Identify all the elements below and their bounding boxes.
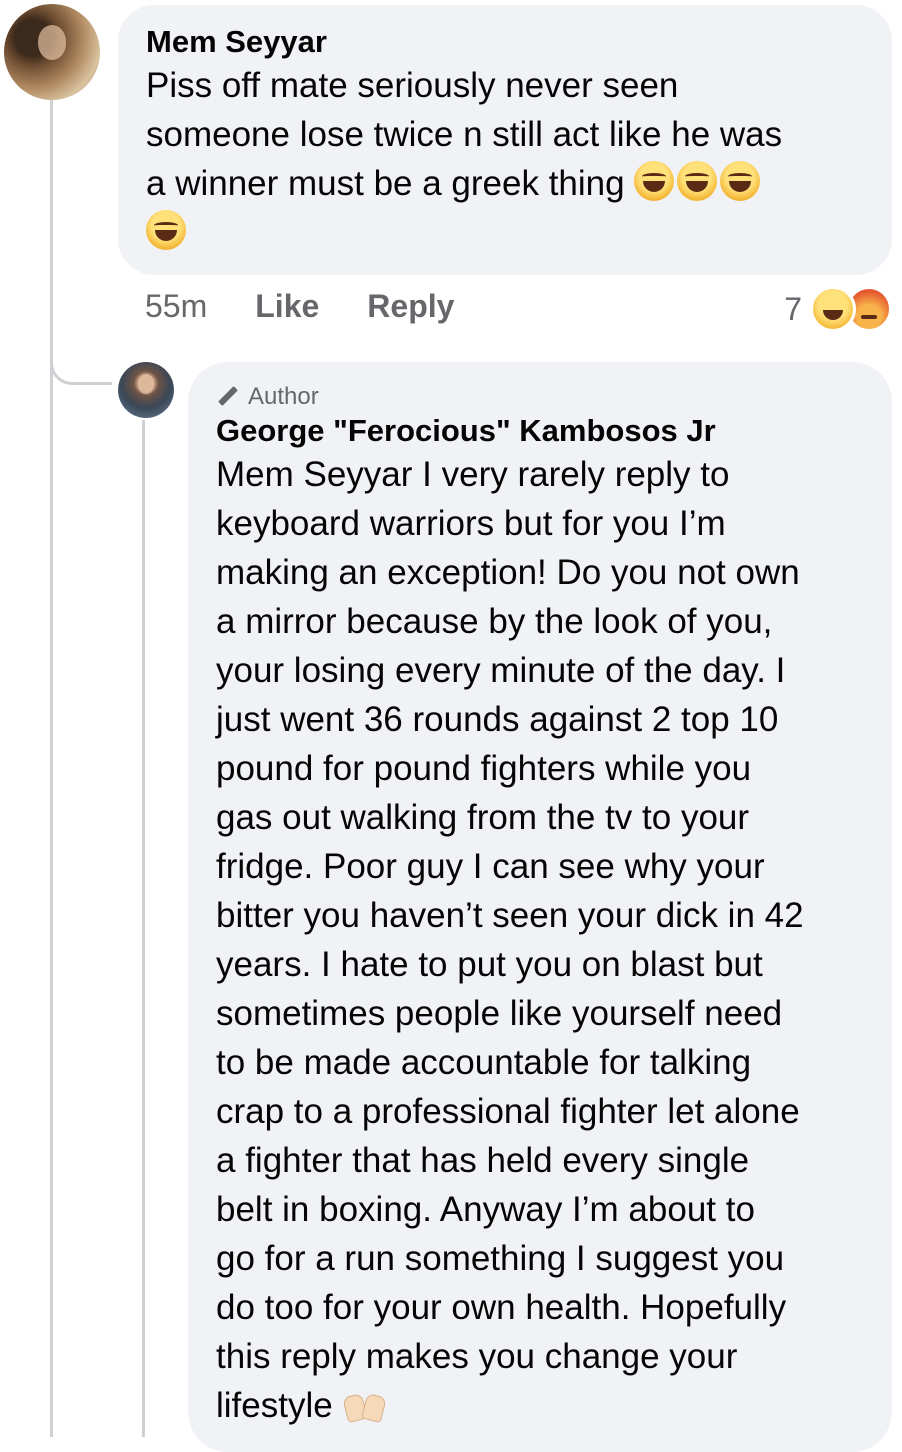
reply-body: Mem Seyyar I very rarely reply to keyboa…	[216, 455, 804, 1425]
haha-reaction-icon	[810, 286, 856, 332]
reply-author-name[interactable]: George "Ferocious" Kambosos Jr	[216, 412, 864, 450]
reply-text: Mem Seyyar I very rarely reply to keyboa…	[216, 450, 864, 1430]
reply-connector	[50, 345, 112, 385]
raising-hands-emoji-icon	[342, 1387, 388, 1424]
reaction-summary[interactable]: 7	[784, 286, 892, 332]
reaction-count: 7	[784, 290, 802, 327]
author-badge-label: Author	[248, 383, 319, 410]
thread-line	[50, 100, 53, 1437]
reply-thread-line	[142, 420, 145, 1437]
laughing-emoji-icon	[720, 161, 761, 201]
laughing-emoji-icon	[677, 161, 718, 201]
comment-author-name[interactable]: Mem Seyyar	[146, 23, 864, 61]
like-button[interactable]: Like	[255, 288, 319, 325]
laughing-emoji-icon	[146, 210, 186, 250]
comment-text: Piss off mate seriously never seen someo…	[146, 61, 864, 257]
avatar[interactable]	[4, 4, 100, 100]
comment-timestamp[interactable]: 55m	[145, 288, 207, 325]
laughing-emoji-icon	[634, 161, 675, 201]
comment-actions: 55m Like Reply	[145, 288, 454, 325]
reply-bubble: Author George "Ferocious" Kambosos Jr Me…	[188, 362, 892, 1452]
avatar[interactable]	[118, 362, 174, 418]
pen-icon	[216, 386, 238, 408]
reply-button[interactable]: Reply	[367, 288, 454, 325]
comment-bubble: Mem Seyyar Piss off mate seriously never…	[118, 5, 892, 275]
author-badge: Author	[216, 382, 864, 412]
